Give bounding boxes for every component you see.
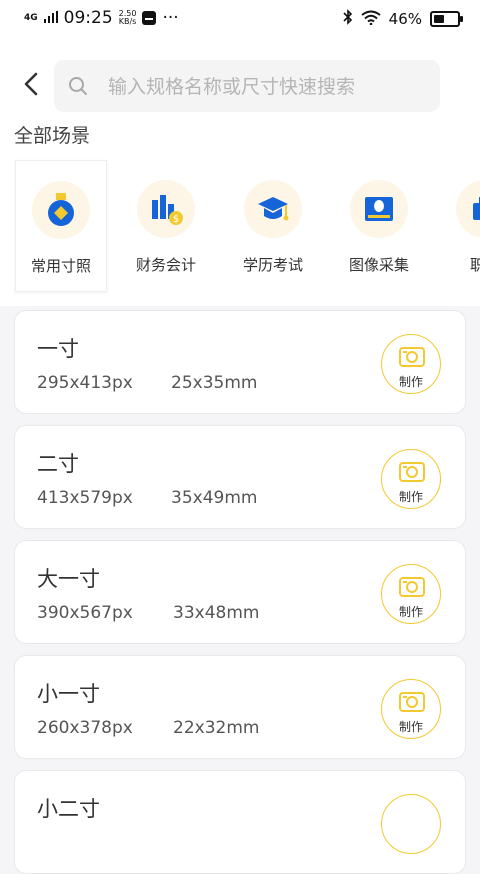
signal-icon xyxy=(43,8,58,28)
spec-pixel-size: 260x378px xyxy=(37,718,133,738)
spec-mm-size: 22x32mm xyxy=(173,718,260,738)
message-icon xyxy=(142,11,157,25)
more-dots: ··· xyxy=(162,8,179,28)
category-label: 图像采集 xyxy=(348,256,409,274)
category-career[interactable]: 职业 xyxy=(440,160,480,290)
category-label: 常用寸照 xyxy=(30,257,91,275)
spec-card[interactable]: 一寸 295x413px 25x35mm 制作 xyxy=(14,310,466,414)
camera-icon xyxy=(399,692,425,712)
graduation-cap-icon xyxy=(258,197,289,221)
category-row: 常用寸照 $ 财务会计 学历考试 图像采集 职 xyxy=(0,160,480,292)
category-label: 学历考试 xyxy=(242,256,303,274)
battery-percent: 46% xyxy=(388,10,422,28)
camera-icon xyxy=(399,577,425,597)
make-button[interactable]: 制作 xyxy=(381,449,441,509)
spec-card[interactable]: 大一寸 390x567px 33x48mm 制作 xyxy=(14,540,466,644)
network-indicator: 4G xyxy=(24,12,38,23)
category-image-collection[interactable]: 图像采集 xyxy=(334,160,424,290)
category-education[interactable]: 学历考试 xyxy=(228,160,318,290)
spec-pixel-size: 390x567px xyxy=(37,603,133,623)
make-label: 制作 xyxy=(398,375,423,389)
medal-icon xyxy=(48,193,74,226)
spec-name: 一寸 xyxy=(37,337,79,361)
spec-name: 小一寸 xyxy=(37,682,100,706)
make-button[interactable] xyxy=(381,794,441,854)
search-input[interactable] xyxy=(106,70,430,104)
camera-icon xyxy=(399,347,425,367)
battery-icon xyxy=(430,11,463,27)
svg-text:$: $ xyxy=(173,214,179,225)
section-title: 全部场景 xyxy=(14,125,91,147)
id-card-icon xyxy=(365,197,393,221)
spec-pixel-size: 295x413px xyxy=(37,373,133,393)
make-button[interactable]: 制作 xyxy=(381,679,441,739)
search-icon xyxy=(68,76,88,96)
spec-card[interactable]: 小二寸 xyxy=(14,770,466,874)
spec-card[interactable]: 小一寸 260x378px 22x32mm 制作 xyxy=(14,655,466,759)
make-label: 制作 xyxy=(398,720,423,734)
bluetooth-icon xyxy=(343,9,353,29)
network-speed: 2.50 KB/s xyxy=(118,9,137,26)
wifi-icon xyxy=(361,10,381,29)
spec-mm-size: 33x48mm xyxy=(173,603,260,623)
chevron-left-icon xyxy=(24,72,38,96)
spec-name: 二寸 xyxy=(37,452,79,476)
search-bar[interactable] xyxy=(54,60,440,112)
category-label: 财务会计 xyxy=(135,256,196,274)
status-bar: 4G 09:25 2.50 KB/s ··· 46% xyxy=(0,0,480,38)
make-label: 制作 xyxy=(398,605,423,619)
camera-icon xyxy=(399,462,425,482)
spec-mm-size: 35x49mm xyxy=(171,488,258,508)
make-label: 制作 xyxy=(398,490,423,504)
spec-card[interactable]: 二寸 413x579px 35x49mm 制作 xyxy=(14,425,466,529)
back-button[interactable] xyxy=(22,72,40,96)
briefcase-icon xyxy=(473,197,480,220)
category-finance[interactable]: $ 财务会计 xyxy=(121,160,211,290)
spec-name: 小二寸 xyxy=(37,797,100,821)
make-button[interactable]: 制作 xyxy=(381,564,441,624)
spec-pixel-size: 413x579px xyxy=(37,488,133,508)
spec-mm-size: 25x35mm xyxy=(171,373,258,393)
category-common[interactable]: 常用寸照 xyxy=(15,160,107,292)
category-label: 职业 xyxy=(469,256,480,274)
finance-chart-icon: $ xyxy=(152,195,183,225)
make-button[interactable]: 制作 xyxy=(381,334,441,394)
status-time: 09:25 xyxy=(63,8,113,28)
spec-name: 大一寸 xyxy=(37,567,100,591)
